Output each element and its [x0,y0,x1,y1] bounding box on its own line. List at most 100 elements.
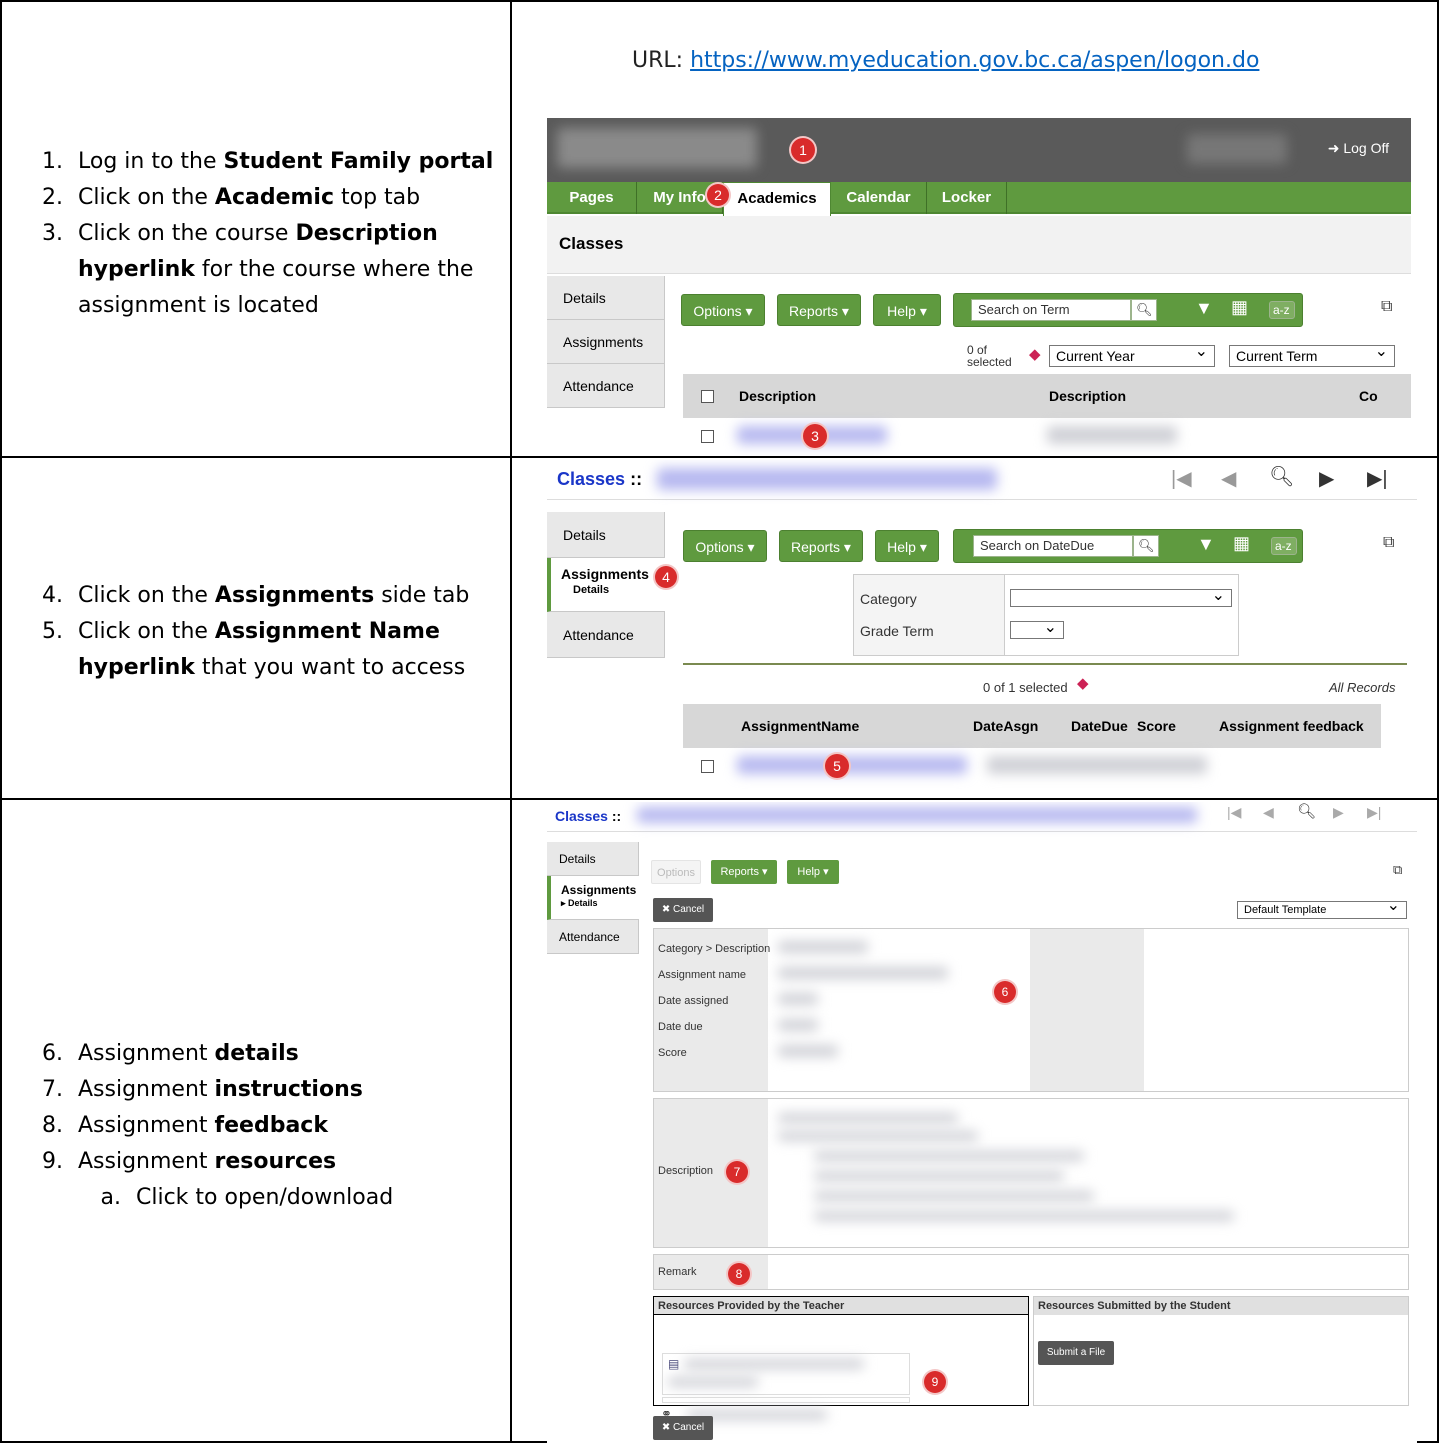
options-button[interactable]: Options [651,860,701,884]
step-badge-7: 7 [726,1161,748,1183]
redacted-file-name [668,1377,758,1387]
previous-record-icon[interactable]: ◀ [1263,804,1274,821]
template-select[interactable]: Default Template [1237,898,1407,919]
search-button[interactable]: 🔍︎ [1133,535,1159,557]
term-select[interactable]: Current Term [1229,342,1395,367]
tab-calendar[interactable]: Calendar [831,182,927,214]
row-checkbox[interactable] [701,760,714,773]
column-header[interactable]: Score [1137,718,1176,734]
category-select[interactable] [1010,586,1232,607]
remark-label: Remark [658,1266,697,1278]
column-divider [510,2,512,458]
last-record-icon[interactable]: ▶| [1367,466,1388,491]
cancel-label: Cancel [673,904,705,915]
redacted-field-value [778,1019,818,1031]
step-text: Click on the [78,185,215,210]
help-button[interactable]: Help ▾ [873,294,941,326]
side-tab-assignments[interactable]: Assignments ▸ Details [547,876,639,920]
grid-icon[interactable]: ▦ [1231,297,1248,318]
step-item: Click on the course Description hyperlin… [70,216,502,324]
cancel-button[interactable]: ✖ Cancel [653,898,713,922]
first-record-icon[interactable]: |◀ [1171,466,1192,491]
eraser-icon[interactable]: ◆ [1029,345,1041,363]
teacher-resources-header: Resources Provided by the Teacher [654,1297,1028,1315]
redacted-field-value [778,967,948,979]
side-tab-sub-details[interactable]: ▸ Details [561,897,639,910]
sort-button[interactable]: a-z [1271,537,1297,555]
step-text: Assignment [78,1149,215,1174]
step-item: Click on the Assignments side tab [70,578,502,614]
help-button[interactable]: Help ▾ [875,530,939,562]
previous-record-icon[interactable]: ◀ [1221,466,1236,491]
redacted-file-name [684,1359,864,1369]
redacted-assignment-data [987,756,1207,774]
select-all-checkbox[interactable] [701,390,714,403]
page-title[interactable]: Classes [557,469,625,489]
step-row-2: Click on the Assignments side tab Click … [0,456,1439,800]
next-record-icon[interactable]: ▶ [1333,804,1344,821]
url-link[interactable]: https://www.myeducation.gov.bc.ca/aspen/… [690,48,1259,73]
redacted-field-value [778,993,818,1005]
column-header[interactable]: AssignmentName [741,718,859,734]
side-tab-attendance[interactable]: Attendance [547,920,639,954]
popout-icon[interactable]: ⧉ [1393,862,1402,878]
first-record-icon[interactable]: |◀ [1227,804,1241,821]
search-record-icon[interactable]: 🔍︎ [1269,464,1294,489]
side-tab-attendance[interactable]: Attendance [547,364,665,408]
redacted-description [814,1151,1084,1161]
step-badge-4: 4 [655,566,677,588]
column-header[interactable]: Assignment feedback [1219,718,1364,734]
sort-button[interactable]: a-z [1269,301,1295,319]
help-button[interactable]: Help ▾ [787,860,839,884]
redacted-field-value [778,941,868,953]
side-tab-assignments[interactable]: Assignments [547,320,665,364]
step-row-3: Assignment details Assignment instructio… [0,798,1439,1443]
next-record-icon[interactable]: ▶ [1319,466,1334,491]
search-input[interactable]: Search on DateDue [973,535,1133,557]
tab-pages[interactable]: Pages [547,182,637,214]
side-tab-assignments[interactable]: Assignments Details [547,558,665,612]
submit-file-button[interactable]: Submit a File [1038,1341,1114,1365]
student-resources-panel: Resources Submitted by the Student Submi… [1033,1296,1409,1406]
last-record-icon[interactable]: ▶| [1367,804,1381,821]
redacted-assignment-link[interactable] [737,756,967,774]
options-button[interactable]: Options ▾ [683,530,767,562]
side-tab-details[interactable]: Details [547,512,665,558]
side-tab-details[interactable]: Details [547,842,639,876]
column-header[interactable]: DateDue [1071,718,1128,734]
step-list-1: Log in to the Student Family portal Clic… [32,144,502,324]
reports-button[interactable]: Reports ▾ [779,530,863,562]
cancel-button-bottom[interactable]: ✖ Cancel [653,1416,713,1440]
tab-academics[interactable]: Academics [723,182,831,216]
filter-icon[interactable]: ▼ [1195,298,1213,319]
log-off-link[interactable]: ➜ Log Off [1328,140,1389,157]
row-checkbox[interactable] [701,430,714,443]
reports-button[interactable]: Reports ▾ [711,860,777,884]
column-header[interactable]: Description [739,388,816,404]
options-button[interactable]: Options ▾ [681,294,765,326]
page-title[interactable]: Classes [555,808,608,824]
grade-term-select[interactable] [1010,618,1064,639]
popout-icon[interactable]: ⧉ [1383,534,1394,552]
resource-link[interactable] [662,1397,910,1403]
grid-icon[interactable]: ▦ [1233,533,1250,554]
side-tab-sub-details[interactable]: Details [561,582,665,598]
year-select[interactable]: Current Year [1049,342,1215,367]
search-record-icon[interactable]: 🔍︎ [1297,802,1316,820]
search-input[interactable]: Search on Term [971,299,1131,321]
tab-locker[interactable]: Locker [927,182,1007,214]
side-tab-attendance[interactable]: Attendance [547,612,665,658]
step-bold: feedback [214,1113,328,1138]
side-tab-details[interactable]: Details [547,276,665,320]
popout-icon[interactable]: ⧉ [1381,298,1392,316]
filter-icon[interactable]: ▼ [1197,534,1215,555]
column-header[interactable]: DateAsgn [973,718,1038,734]
search-button[interactable]: 🔍︎ [1131,299,1157,321]
column-header[interactable]: Co [1359,388,1378,404]
column-header[interactable]: Description [1049,388,1126,404]
assignments-table-header: AssignmentName DateAsgn DateDue Score As… [683,704,1381,748]
eraser-icon[interactable]: ◆ [1077,674,1089,692]
step-bold: Student Family portal [223,149,494,174]
reports-button[interactable]: Reports ▾ [777,294,861,326]
redacted-description [778,1131,978,1141]
